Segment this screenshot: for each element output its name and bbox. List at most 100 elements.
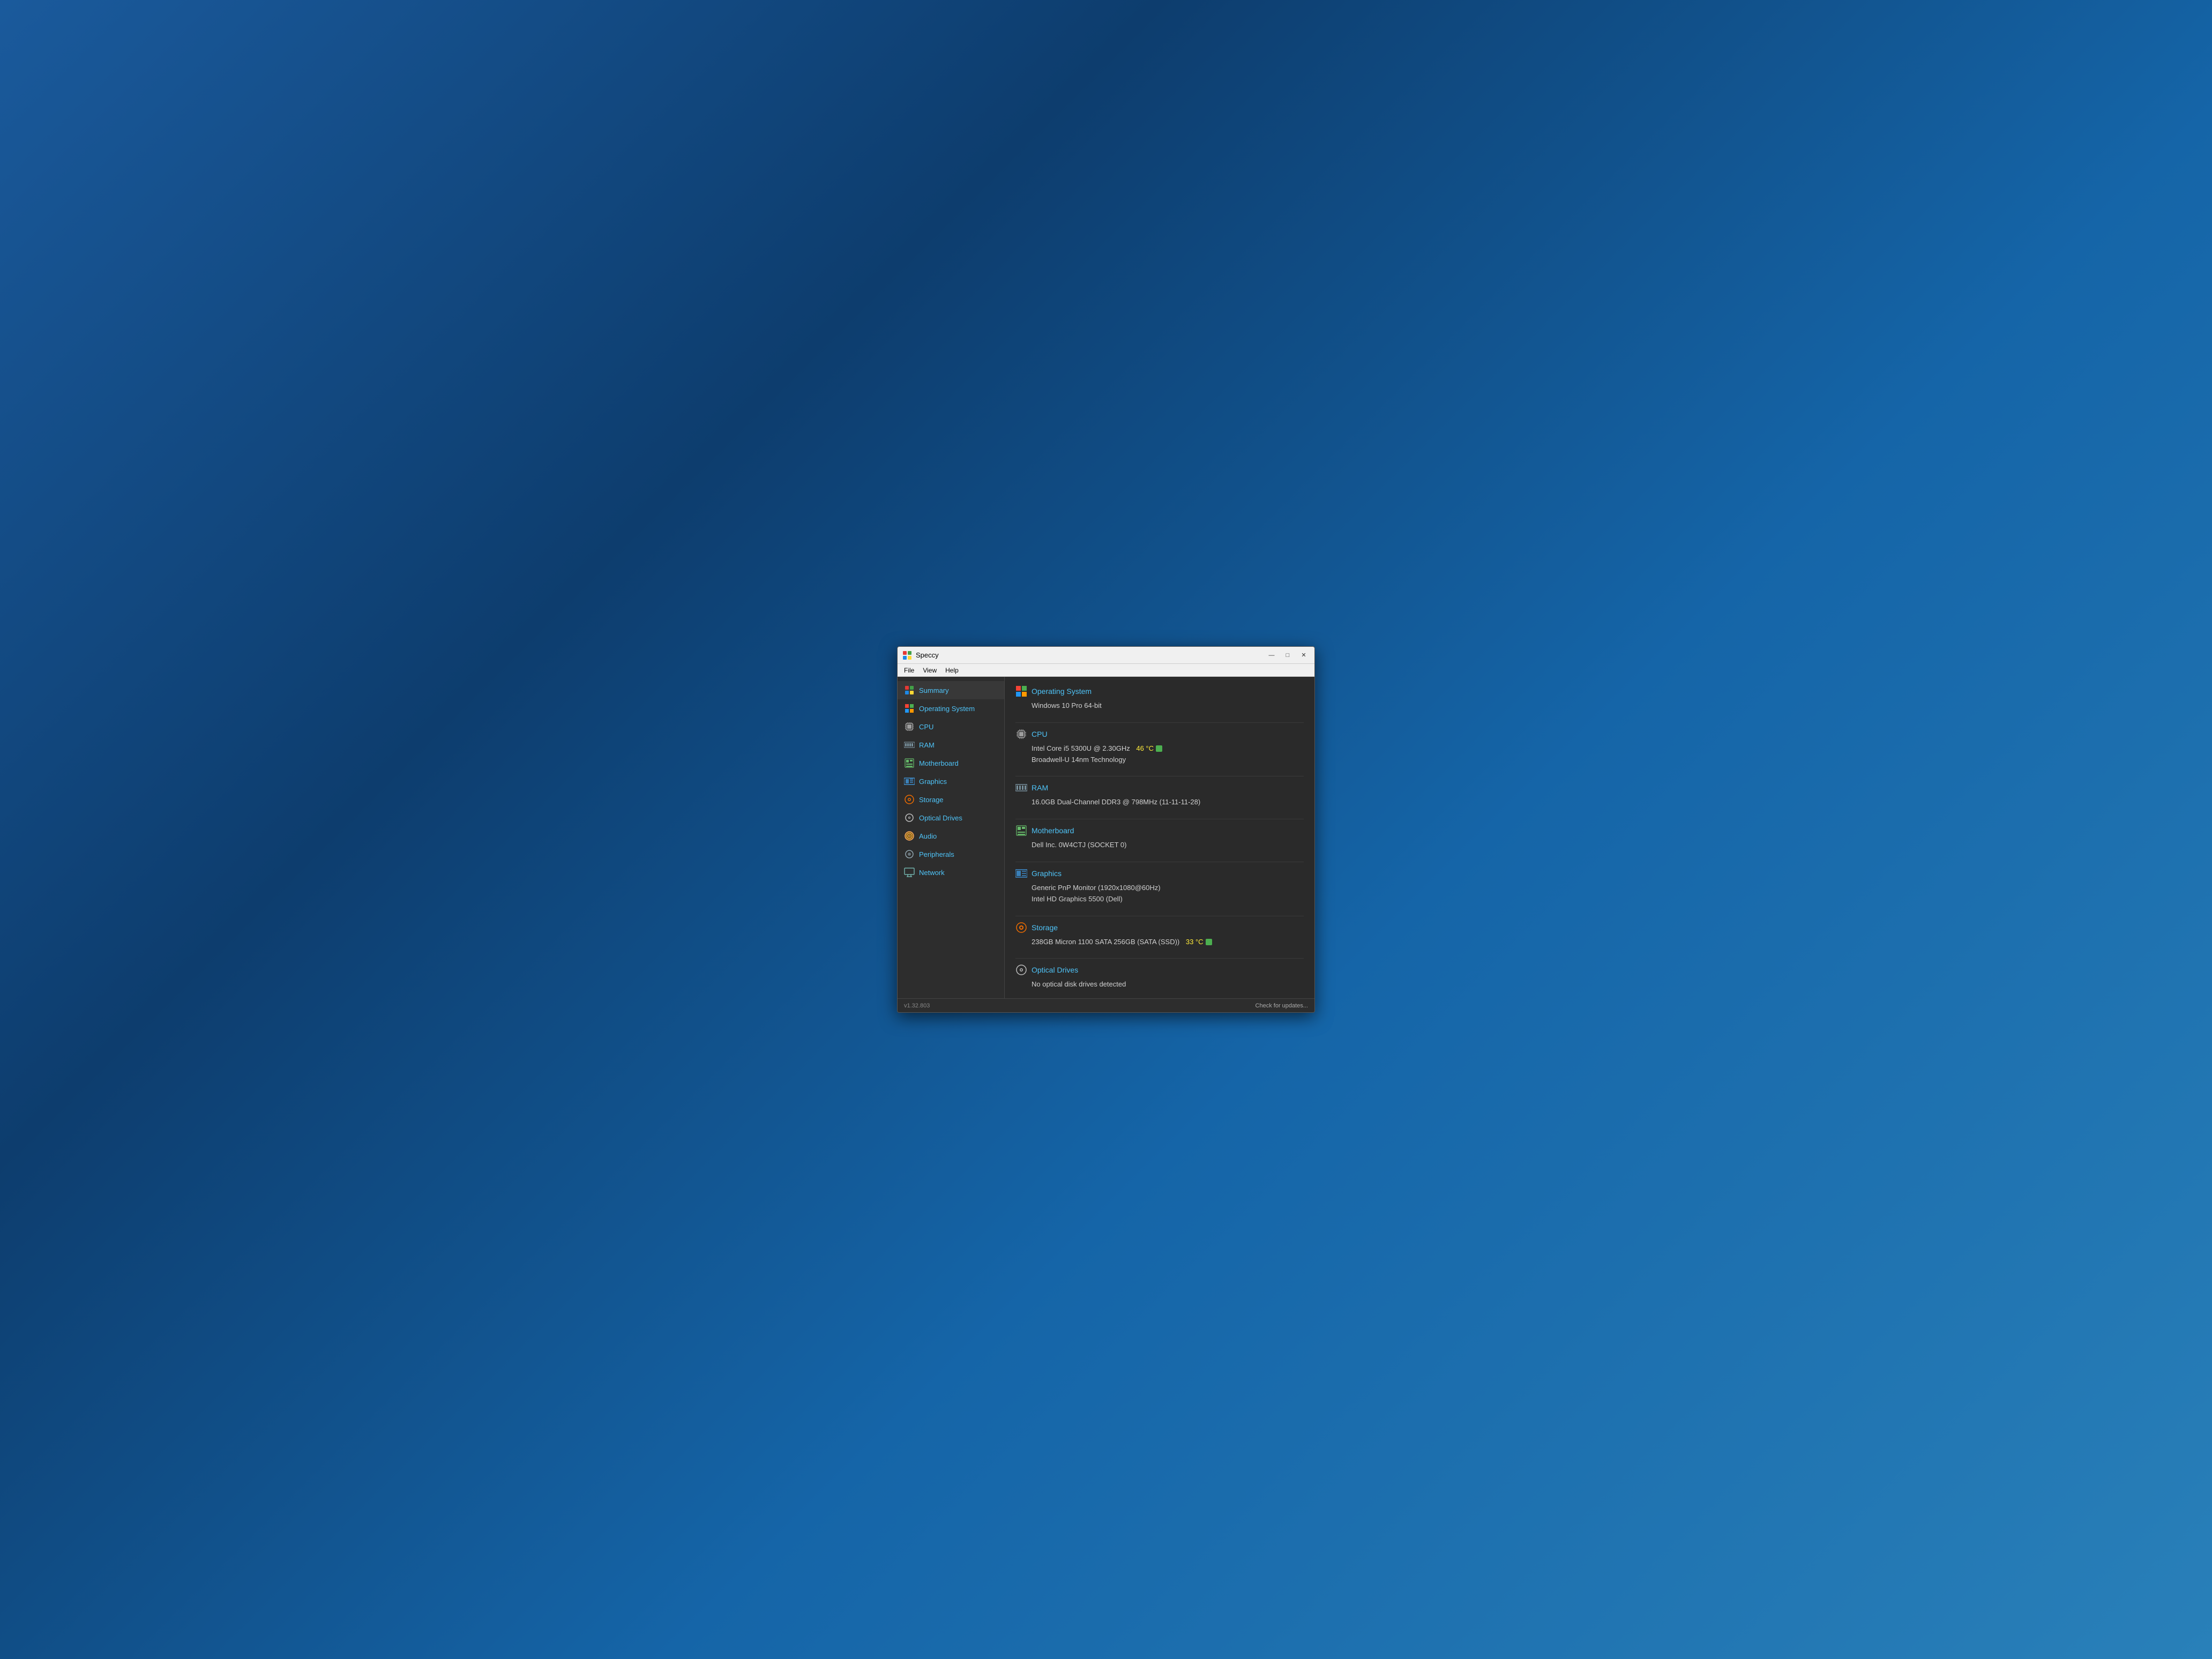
ram-section-title: RAM xyxy=(1032,783,1048,792)
os-icon xyxy=(904,703,915,714)
storage-section-icon xyxy=(1015,922,1027,933)
section-graphics: Graphics Generic PnP Monitor (1920x1080@… xyxy=(1015,868,1304,905)
optical-section-title: Optical Drives xyxy=(1032,966,1078,974)
storage-section-header: Storage xyxy=(1015,922,1304,933)
sidebar-label-storage: Storage xyxy=(919,796,944,804)
ram-section-body: 16.0GB Dual-Channel DDR3 @ 798MHz (11-11… xyxy=(1015,797,1304,808)
title-bar: Speccy — □ ✕ xyxy=(898,647,1314,664)
cpu-temp-badge: 46 °C xyxy=(1136,743,1162,754)
divider-6 xyxy=(1015,958,1304,959)
network-icon xyxy=(904,867,915,878)
optical-detail-0: No optical disk drives detected xyxy=(1032,979,1304,990)
audio-icon xyxy=(904,831,915,841)
sidebar-item-network[interactable]: Network xyxy=(898,863,1004,881)
check-updates-link[interactable]: Check for updates... xyxy=(1256,1003,1308,1009)
sidebar-item-storage[interactable]: Storage xyxy=(898,790,1004,809)
sidebar-label-cpu: CPU xyxy=(919,723,933,731)
os-section-icon xyxy=(1015,685,1027,697)
sidebar-label-ram: RAM xyxy=(919,741,935,749)
summary-icon xyxy=(904,685,915,696)
ram-section-icon xyxy=(1015,782,1027,794)
cpu-section-body: Intel Core i5 5300U @ 2.30GHz 46 °C Broa… xyxy=(1015,743,1304,766)
main-window: Speccy — □ ✕ File View Help xyxy=(897,646,1315,1013)
sidebar-label-peripherals: Peripherals xyxy=(919,850,954,858)
cpu-section-title: CPU xyxy=(1032,730,1048,738)
menu-help[interactable]: Help xyxy=(941,666,963,675)
storage-temp-indicator xyxy=(1206,939,1212,945)
section-os: Operating System Windows 10 Pro 64-bit xyxy=(1015,685,1304,712)
right-panel: Operating System Windows 10 Pro 64-bit xyxy=(1005,677,1314,998)
optical-section-header: Optical Drives xyxy=(1015,964,1304,976)
main-content: Summary Operating System xyxy=(898,677,1314,998)
sidebar-item-peripherals[interactable]: Peripherals xyxy=(898,845,1004,863)
section-motherboard: Motherboard Dell Inc. 0W4CTJ (SOCKET 0) xyxy=(1015,825,1304,851)
window-title: Speccy xyxy=(916,651,1265,659)
cpu-temp-indicator xyxy=(1156,745,1162,752)
cpu-detail-0: Intel Core i5 5300U @ 2.30GHz 46 °C xyxy=(1032,743,1304,754)
storage-section-body: 238GB Micron 1100 SATA 256GB (SATA (SSD)… xyxy=(1015,937,1304,948)
window-controls: — □ ✕ xyxy=(1265,650,1310,661)
sidebar-label-os: Operating System xyxy=(919,705,975,713)
gfx-detail-1: Intel HD Graphics 5500 (Dell) xyxy=(1032,894,1304,905)
peripherals-icon xyxy=(904,849,915,860)
mb-section-title: Motherboard xyxy=(1032,826,1074,835)
mb-section-body: Dell Inc. 0W4CTJ (SOCKET 0) xyxy=(1015,840,1304,851)
os-detail-0: Windows 10 Pro 64-bit xyxy=(1032,700,1304,712)
menu-view[interactable]: View xyxy=(918,666,941,675)
motherboard-icon xyxy=(904,758,915,768)
cpu-section-header: CPU xyxy=(1015,728,1304,740)
status-bar: v1.32.803 Check for updates... xyxy=(898,998,1314,1012)
section-ram: RAM 16.0GB Dual-Channel DDR3 @ 798MHz (1… xyxy=(1015,782,1304,808)
sidebar-label-summary: Summary xyxy=(919,686,949,694)
sidebar-label-graphics: Graphics xyxy=(919,778,947,786)
storage-temp-badge: 33 °C xyxy=(1186,937,1212,948)
sidebar-item-ram[interactable]: RAM xyxy=(898,736,1004,754)
storage-detail-0: 238GB Micron 1100 SATA 256GB (SATA (SSD)… xyxy=(1032,937,1304,948)
section-cpu: CPU Intel Core i5 5300U @ 2.30GHz 46 °C … xyxy=(1015,728,1304,766)
sidebar-item-optical[interactable]: Optical Drives xyxy=(898,809,1004,827)
sidebar-item-motherboard[interactable]: Motherboard xyxy=(898,754,1004,772)
menu-bar: File View Help xyxy=(898,664,1314,677)
graphics-icon xyxy=(904,776,915,787)
minimize-button[interactable]: — xyxy=(1265,650,1278,661)
gfx-section-header: Graphics xyxy=(1015,868,1304,879)
divider-1 xyxy=(1015,722,1304,723)
gfx-detail-0: Generic PnP Monitor (1920x1080@60Hz) xyxy=(1032,883,1304,894)
sidebar-label-network: Network xyxy=(919,869,945,877)
section-storage: Storage 238GB Micron 1100 SATA 256GB (SA… xyxy=(1015,922,1304,948)
cpu-section-icon xyxy=(1015,728,1027,740)
ram-section-header: RAM xyxy=(1015,782,1304,794)
close-button[interactable]: ✕ xyxy=(1297,650,1310,661)
menu-file[interactable]: File xyxy=(900,666,918,675)
gfx-section-body: Generic PnP Monitor (1920x1080@60Hz) Int… xyxy=(1015,883,1304,905)
gfx-section-title: Graphics xyxy=(1032,869,1062,878)
os-section-header: Operating System xyxy=(1015,685,1304,697)
sidebar: Summary Operating System xyxy=(898,677,1005,998)
os-section-title: Operating System xyxy=(1032,687,1092,696)
ram-detail-0: 16.0GB Dual-Channel DDR3 @ 798MHz (11-11… xyxy=(1032,797,1304,808)
optical-section-body: No optical disk drives detected xyxy=(1015,979,1304,990)
sidebar-label-optical: Optical Drives xyxy=(919,814,962,822)
mb-section-icon xyxy=(1015,825,1027,836)
optical-section-icon xyxy=(1015,964,1027,976)
version-label: v1.32.803 xyxy=(904,1003,930,1009)
section-optical: Optical Drives No optical disk drives de… xyxy=(1015,964,1304,990)
gfx-section-icon xyxy=(1015,868,1027,879)
cpu-detail-1: Broadwell-U 14nm Technology xyxy=(1032,754,1304,766)
sidebar-item-summary[interactable]: Summary xyxy=(898,681,1004,699)
os-section-body: Windows 10 Pro 64-bit xyxy=(1015,700,1304,712)
sidebar-item-cpu[interactable]: CPU xyxy=(898,718,1004,736)
app-icon xyxy=(902,650,913,661)
sidebar-item-os[interactable]: Operating System xyxy=(898,699,1004,718)
maximize-button[interactable]: □ xyxy=(1281,650,1294,661)
mb-section-header: Motherboard xyxy=(1015,825,1304,836)
cpu-icon xyxy=(904,721,915,732)
sidebar-item-audio[interactable]: Audio xyxy=(898,827,1004,845)
ram-icon xyxy=(904,739,915,750)
mb-detail-0: Dell Inc. 0W4CTJ (SOCKET 0) xyxy=(1032,840,1304,851)
sidebar-label-motherboard: Motherboard xyxy=(919,759,959,767)
storage-icon xyxy=(904,794,915,805)
sidebar-label-audio: Audio xyxy=(919,832,937,840)
optical-icon xyxy=(904,812,915,823)
sidebar-item-graphics[interactable]: Graphics xyxy=(898,772,1004,790)
